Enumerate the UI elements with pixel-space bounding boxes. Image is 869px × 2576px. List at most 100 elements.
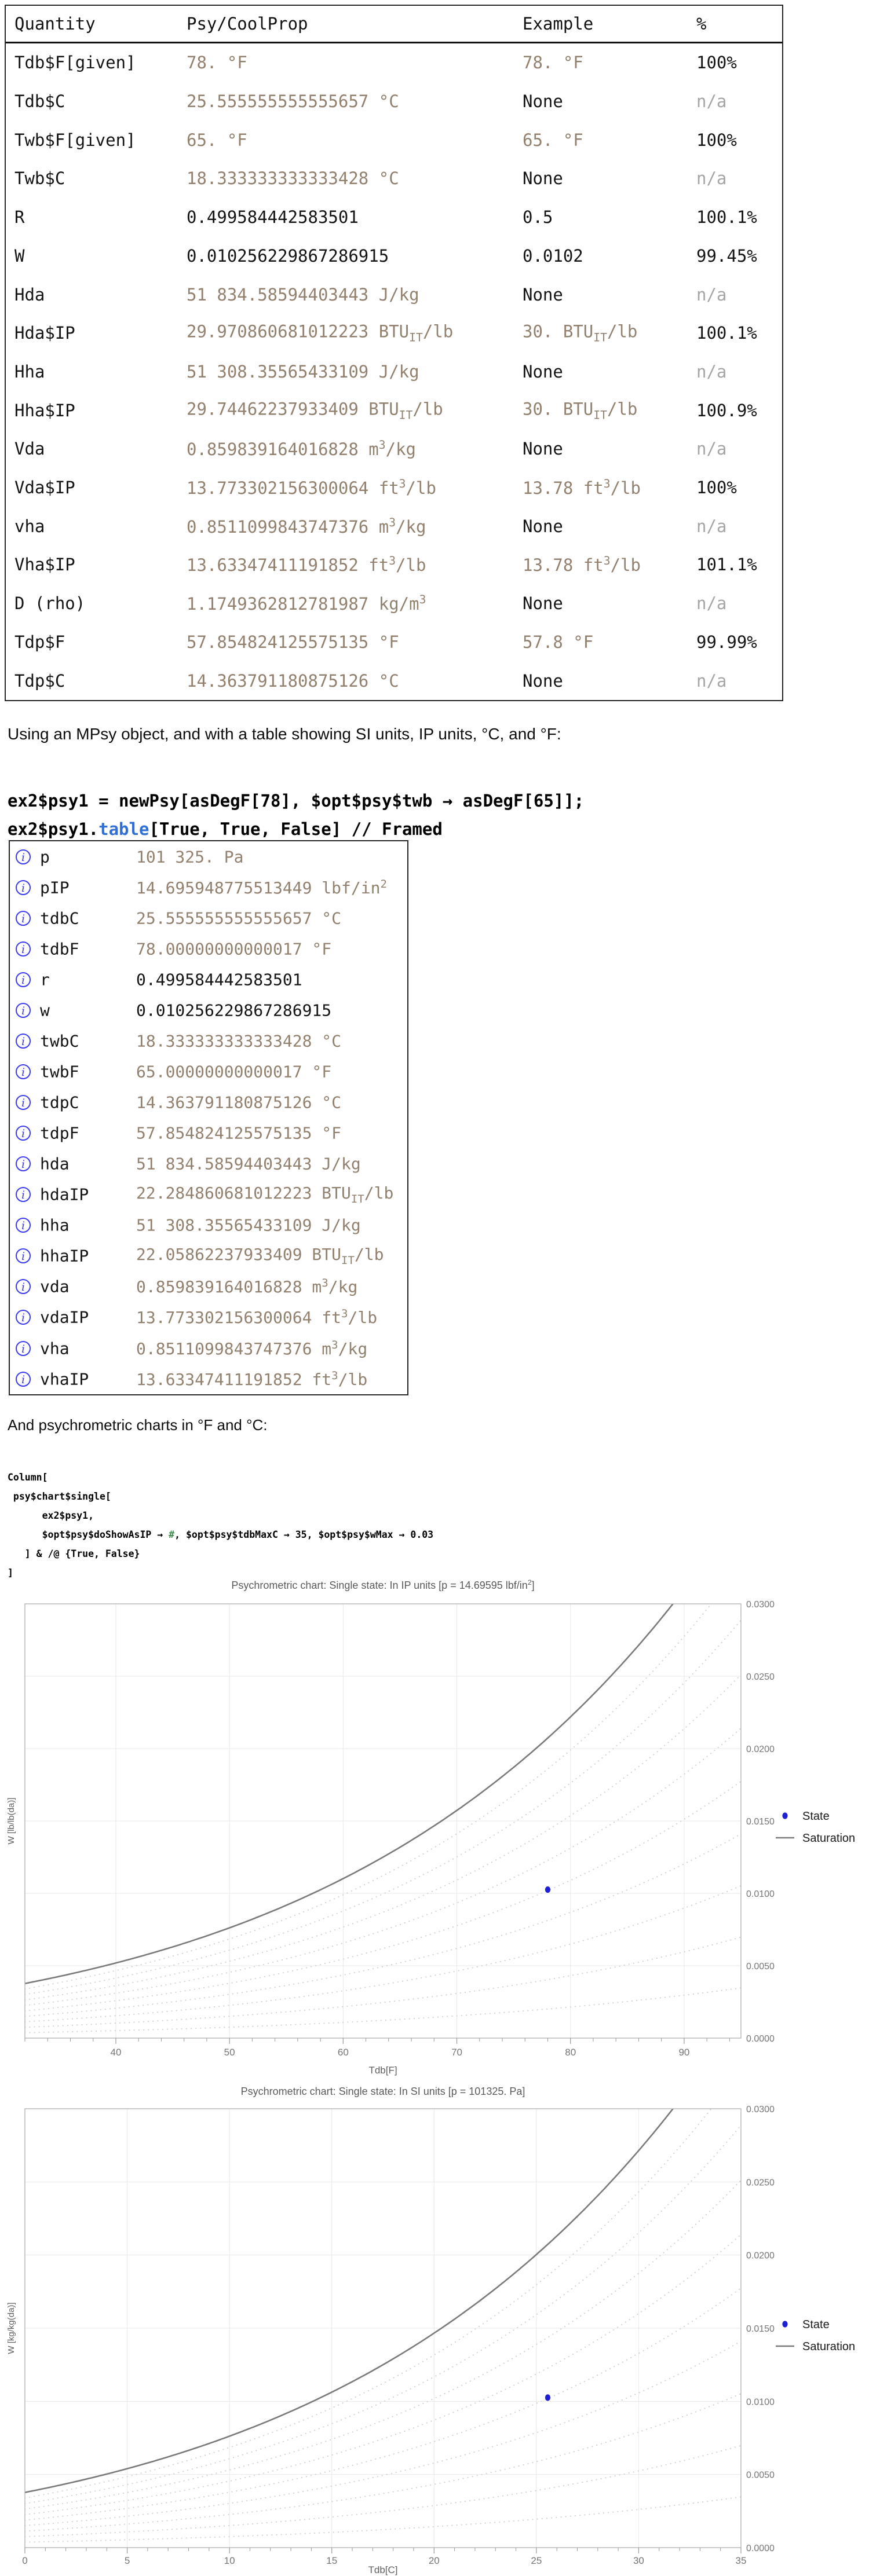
property-row: ipIP14.695948775513449 lbf/in2 bbox=[10, 872, 407, 903]
rh-70-percent-line bbox=[25, 2181, 741, 2509]
y-tick-label: 0.0050 bbox=[746, 2471, 775, 2480]
legend: StateSaturation bbox=[776, 2318, 855, 2353]
example-value: 57.8 °F bbox=[523, 632, 593, 652]
property-value: 13.773302156300064 ft3/lb bbox=[136, 1307, 377, 1327]
psy-coolprop-value: 29.970860681012223 BTUIT/lb bbox=[187, 322, 453, 345]
subscript: IT bbox=[409, 331, 423, 345]
psy-coolprop-value: 0.499584442583501 bbox=[187, 207, 359, 227]
table-row: R0.4995844425835010.5100.1% bbox=[6, 198, 782, 237]
code-token-green: # bbox=[169, 1529, 174, 1540]
quantity-comparison-table: QuantityPsy/CoolPropExample% Tdb$F[given… bbox=[5, 5, 783, 701]
percent-value: n/a bbox=[696, 285, 726, 305]
table-row: Tdb$C25.555555555555657 °CNonen/a bbox=[6, 82, 782, 121]
info-icon[interactable]: i bbox=[16, 1218, 31, 1233]
info-icon[interactable]: i bbox=[16, 1064, 31, 1079]
quantity-name: Vda bbox=[14, 439, 45, 459]
info-icon[interactable]: i bbox=[16, 1372, 31, 1387]
chart-title: Psychrometric chart: Single state: In SI… bbox=[241, 2086, 525, 2097]
x-axis-label: Tdb[F] bbox=[368, 2065, 397, 2076]
x-tick-label: 35 bbox=[736, 2555, 747, 2566]
percent-value: 101.1% bbox=[696, 555, 757, 574]
rh-90-percent-line bbox=[25, 2079, 741, 2498]
example-value: 78. °F bbox=[523, 53, 583, 72]
x-tick-label: 5 bbox=[125, 2555, 130, 2566]
property-row: itdpC14.363791180875126 °C bbox=[10, 1087, 407, 1118]
percent-value: n/a bbox=[696, 168, 726, 188]
note-mpsy-table: Using an MPsy object, and with a table s… bbox=[8, 725, 561, 743]
info-icon[interactable]: i bbox=[16, 972, 31, 987]
psy-coolprop-value: 0.010256229867286915 bbox=[187, 246, 389, 266]
property-name: tdbF bbox=[40, 939, 79, 958]
property-value: 51 834.58594403443 J/kg bbox=[136, 1155, 361, 1174]
y-tick-label: 0.0100 bbox=[746, 1889, 775, 1899]
quantity-name: W bbox=[14, 246, 24, 266]
percent-value: n/a bbox=[696, 439, 726, 459]
property-row: ivdaIP13.773302156300064 ft3/lb bbox=[10, 1302, 407, 1333]
rh-10-percent-line bbox=[25, 1988, 741, 2032]
property-value: 25.555555555555657 °C bbox=[136, 908, 341, 928]
y-tick-label: 0.0100 bbox=[746, 2397, 775, 2407]
chart-title: Psychrometric chart: Single state: In IP… bbox=[231, 1578, 534, 1591]
legend: StateSaturation bbox=[776, 1810, 855, 1845]
table-row: Tdp$F57.854824125575135 °F57.8 °F99.99% bbox=[6, 623, 782, 662]
property-row: ivha0.8511099843747376 m3/kg bbox=[10, 1333, 407, 1364]
info-icon[interactable]: i bbox=[16, 1279, 31, 1294]
code-block-newpsy[interactable]: ex2$psy1 = newPsy[asDegF[78], $opt$psy$t… bbox=[8, 787, 584, 844]
percent-value: 100% bbox=[696, 53, 737, 72]
property-value: 51 308.35565433109 J/kg bbox=[136, 1216, 361, 1235]
psy-coolprop-value: 51 834.58594403443 J/kg bbox=[187, 285, 419, 305]
info-icon[interactable]: i bbox=[16, 911, 31, 926]
y-tick-label: 0.0050 bbox=[746, 1962, 775, 1972]
psy-coolprop-value: 0.859839164016828 m3/kg bbox=[187, 439, 416, 460]
quantity-name: Twb$F[given] bbox=[14, 130, 136, 150]
info-icon[interactable]: i bbox=[16, 941, 31, 957]
info-icon[interactable]: i bbox=[16, 1126, 31, 1141]
property-name: tdpF bbox=[40, 1124, 79, 1143]
code-text: [True, True, False] // Framed bbox=[149, 819, 442, 839]
y-tick-label: 0.0150 bbox=[746, 2324, 775, 2334]
rh-30-percent-line bbox=[25, 1886, 741, 2022]
property-value: 0.8511099843747376 m3/kg bbox=[136, 1338, 367, 1358]
info-icon[interactable]: i bbox=[16, 1095, 31, 1110]
y-tick-label: 0.0300 bbox=[746, 1600, 775, 1610]
info-icon[interactable]: i bbox=[16, 849, 31, 864]
property-value: 13.63347411191852 ft3/lb bbox=[136, 1369, 367, 1388]
rh-10-percent-line bbox=[25, 2497, 741, 2542]
quantity-name: D (rho) bbox=[14, 593, 85, 613]
info-icon[interactable]: i bbox=[16, 1034, 31, 1049]
percent-value: 99.99% bbox=[696, 632, 757, 652]
info-icon[interactable]: i bbox=[16, 1003, 31, 1018]
property-value: 0.859839164016828 m3/kg bbox=[136, 1277, 357, 1296]
percent-value: n/a bbox=[696, 91, 726, 111]
example-value: 30. BTUIT/lb bbox=[523, 322, 637, 345]
info-icon[interactable]: i bbox=[16, 880, 31, 895]
x-tick-label: 90 bbox=[678, 2047, 689, 2058]
info-icon[interactable]: i bbox=[16, 1156, 31, 1171]
psy-coolprop-value: 57.854824125575135 °F bbox=[187, 632, 399, 652]
property-row: itwbC18.333333333333428 °C bbox=[10, 1025, 407, 1056]
property-row: itdbC25.555555555555657 °C bbox=[10, 903, 407, 933]
info-icon[interactable]: i bbox=[16, 1187, 31, 1202]
percent-value: 99.45% bbox=[696, 246, 757, 266]
percent-value: 100.1% bbox=[696, 207, 757, 227]
property-row: ihda51 834.58594403443 J/kg bbox=[10, 1149, 407, 1179]
example-value: 13.78 ft3/lb bbox=[523, 555, 641, 576]
subscript: IT bbox=[593, 331, 607, 345]
property-name: vhaIP bbox=[40, 1369, 89, 1388]
note-psychrometric-charts: And psychrometric charts in °F and °C: bbox=[8, 1416, 268, 1434]
quantity-name: Hda bbox=[14, 285, 45, 305]
psy-coolprop-value: 13.773302156300064 ft3/lb bbox=[187, 477, 436, 498]
subscript: IT bbox=[341, 1254, 355, 1267]
x-axis-label: Tdb[C] bbox=[368, 2564, 397, 2575]
property-value: 22.05862237933409 BTUIT/lb bbox=[136, 1245, 384, 1267]
property-row: itdbF78.00000000000017 °F bbox=[10, 933, 407, 964]
info-icon[interactable]: i bbox=[16, 1341, 31, 1356]
info-icon[interactable]: i bbox=[16, 1248, 31, 1263]
superscript: 3 bbox=[604, 555, 611, 568]
info-icon[interactable]: i bbox=[16, 1310, 31, 1325]
psy-coolprop-value: 51 308.35565433109 J/kg bbox=[187, 362, 419, 382]
table-row: Hda$IP29.970860681012223 BTUIT/lb30. BTU… bbox=[6, 314, 782, 353]
legend-state-label: State bbox=[802, 1810, 830, 1823]
table-row: Vha$IP13.63347411191852 ft3/lb13.78 ft3/… bbox=[6, 545, 782, 584]
property-row: ihha51 308.35565433109 J/kg bbox=[10, 1210, 407, 1241]
